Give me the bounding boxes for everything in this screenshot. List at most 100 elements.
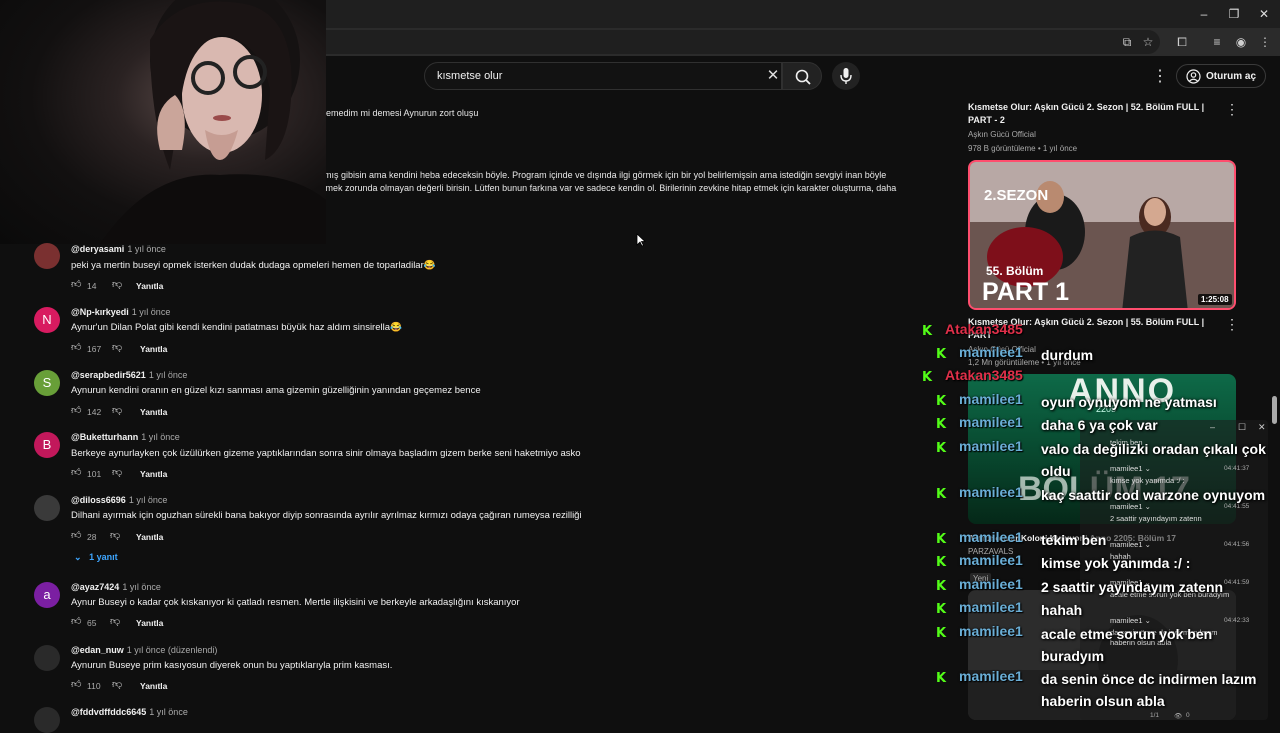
bookmark-star-icon[interactable]: ☆ <box>1139 33 1157 51</box>
reply-button[interactable]: Yanıtla <box>140 407 167 417</box>
like-icon[interactable]: 👍︎ <box>71 406 83 416</box>
extensions-icon[interactable]: ⧠ <box>1173 33 1191 51</box>
reply-button[interactable]: Yanıtla <box>136 618 163 628</box>
comment-author[interactable]: @edan_nuw 1 yıl önce (düzenlendi) <box>71 645 217 655</box>
comment-author[interactable]: @Buketturhann 1 yıl önce <box>71 432 180 442</box>
comment-author[interactable]: @deryasami 1 yıl önce <box>71 244 166 254</box>
browser-menu-icon[interactable]: ⋮ <box>1256 33 1274 51</box>
restore-icon[interactable]: ❐ <box>1226 6 1242 22</box>
comment-text: Aynurun Buseye prim kasıyosun diyerek on… <box>71 660 393 671</box>
reply-button[interactable]: Yanıtla <box>140 681 167 691</box>
address-bar[interactable] <box>300 30 1160 54</box>
search-query-text: kısmetse olur <box>437 70 503 82</box>
video-duration: 1:25:08 <box>1198 294 1232 305</box>
comment-author[interactable]: @Np-kırkyedi 1 yıl önce <box>71 307 170 317</box>
media-control-icon[interactable]: ≡ <box>1208 33 1226 51</box>
like-count: 65 <box>87 618 97 628</box>
kick-logo-icon: K <box>922 324 933 339</box>
chat-username: mamilee1 <box>959 391 1023 407</box>
dislike-icon[interactable]: 👎︎ <box>110 531 122 541</box>
thumbnail-episode-text: 55. Bölüm <box>986 264 1044 278</box>
comment-text: Berkeye aynurlayken çok üzülürken gizeme… <box>71 448 581 459</box>
comment-author[interactable]: @serapbedir5621 1 yıl önce <box>71 370 187 380</box>
chat-text: 2 saattir yayındayım zatenn <box>1041 579 1224 595</box>
avatar[interactable] <box>34 243 60 269</box>
dislike-icon[interactable]: 👎︎ <box>112 280 124 290</box>
kick-logo-icon: K <box>936 579 947 594</box>
search-input[interactable]: kısmetse olur ✕ <box>424 62 782 90</box>
avatar[interactable]: S <box>34 370 60 396</box>
account-icon <box>1186 69 1201 84</box>
video-channel[interactable]: Aşkın Gücü Official <box>968 130 1036 139</box>
settings-menu-icon[interactable]: ⋮ <box>1152 66 1168 86</box>
like-icon[interactable]: 👍︎ <box>71 343 83 353</box>
popup-message: 2 saattir yayındayım zatenn <box>1110 514 1202 523</box>
reply-button[interactable]: Yanıtla <box>136 532 163 542</box>
cast-icon[interactable]: ⧉ <box>1118 33 1136 51</box>
chat-text: kaç saattir cod warzone oynuyom <box>1041 487 1266 503</box>
chat-text: da senin önce dc indirmen lazım haberin … <box>1041 671 1257 709</box>
reply-button[interactable]: Yanıtla <box>140 344 167 354</box>
kick-logo-icon: K <box>936 441 947 456</box>
kick-logo-icon: K <box>936 532 947 547</box>
avatar[interactable] <box>34 495 60 521</box>
video-menu-icon[interactable]: ⋮ <box>1225 101 1239 118</box>
mouse-cursor-icon <box>636 233 646 247</box>
popup-counter: 1/1 <box>1150 712 1160 719</box>
like-icon[interactable]: 👍︎ <box>71 680 83 690</box>
like-count: 110 <box>87 681 101 691</box>
avatar[interactable]: B <box>34 432 60 458</box>
comment-author[interactable]: @ayaz7424 1 yıl önce <box>71 582 161 592</box>
signin-button[interactable]: Oturum aç <box>1176 64 1266 88</box>
dislike-icon[interactable]: 👎︎ <box>112 468 124 478</box>
video-title[interactable]: Kısmetse Olur: Aşkın Gücü 2. Sezon | 52.… <box>968 101 1222 127</box>
like-count: 14 <box>87 281 97 291</box>
streamer-image <box>100 0 326 244</box>
avatar[interactable]: a <box>34 582 60 608</box>
like-count: 142 <box>87 407 102 417</box>
comment-text: Aynur'un Dilan Polat gibi kendi kendini … <box>71 322 402 333</box>
profile-icon[interactable]: ◉ <box>1232 33 1250 51</box>
reply-button[interactable]: Yanıtla <box>136 281 163 291</box>
like-icon[interactable]: 👍︎ <box>71 468 83 478</box>
chat-text: tekim ben <box>1041 532 1107 548</box>
avatar[interactable] <box>34 707 60 733</box>
kick-logo-icon: K <box>922 370 933 385</box>
dislike-icon[interactable]: 👎︎ <box>110 617 122 627</box>
chat-text: valo da değilizki oradan çıkalı çok oldu <box>1041 441 1266 479</box>
chat-username: mamilee1 <box>959 599 1023 615</box>
minimize-icon[interactable]: – <box>1196 6 1212 22</box>
like-icon[interactable]: 👍︎ <box>71 617 83 627</box>
voice-search-button[interactable] <box>832 62 860 90</box>
search-button[interactable] <box>782 62 822 90</box>
reply-button[interactable]: Yanıtla <box>140 469 167 479</box>
dislike-icon[interactable]: 👎︎ <box>112 406 124 416</box>
comment-text: Aynurun kendini oranın en güzel kızı san… <box>71 385 481 396</box>
page-scrollbar[interactable] <box>1272 396 1277 424</box>
expand-replies-button[interactable]: ⌄ 1 yanıt <box>74 552 118 563</box>
clear-search-icon[interactable]: ✕ <box>765 68 781 84</box>
close-window-icon[interactable]: ✕ <box>1256 6 1272 22</box>
chat-username: mamilee1 <box>959 484 1023 500</box>
dislike-icon[interactable]: 👎︎ <box>112 343 124 353</box>
comment-author[interactable]: @diloss6696 1 yıl önce <box>71 495 167 505</box>
chat-text: hahah <box>1041 602 1083 618</box>
dislike-icon[interactable]: 👎︎ <box>112 680 124 690</box>
like-count: 101 <box>87 469 102 479</box>
chat-text: daha 6 ya çok var <box>1041 417 1158 433</box>
comment-text-partial: yükselmek zorunda olmayan değerli birisi… <box>300 183 897 193</box>
like-icon[interactable]: 👍︎ <box>71 280 83 290</box>
chat-username: mamilee1 <box>959 576 1023 592</box>
video-menu-icon[interactable]: ⋮ <box>1225 316 1239 333</box>
avatar[interactable]: N <box>34 307 60 333</box>
video-thumbnail[interactable]: 2.SEZON 55. Bölüm PART 1 1:25:08 <box>968 160 1236 310</box>
chat-username: mamilee1 <box>959 552 1023 568</box>
chat-username: mamilee1 <box>959 344 1023 360</box>
avatar[interactable] <box>34 645 60 671</box>
like-icon[interactable]: 👍︎ <box>71 531 83 541</box>
like-count: 28 <box>87 532 97 542</box>
chat-username: mamilee1 <box>959 414 1023 430</box>
comment-author[interactable]: @fddvdffddc6645 1 yıl önce <box>71 707 188 717</box>
chat-username: Atakan3485 <box>945 321 1023 337</box>
kick-logo-icon: K <box>936 671 947 686</box>
